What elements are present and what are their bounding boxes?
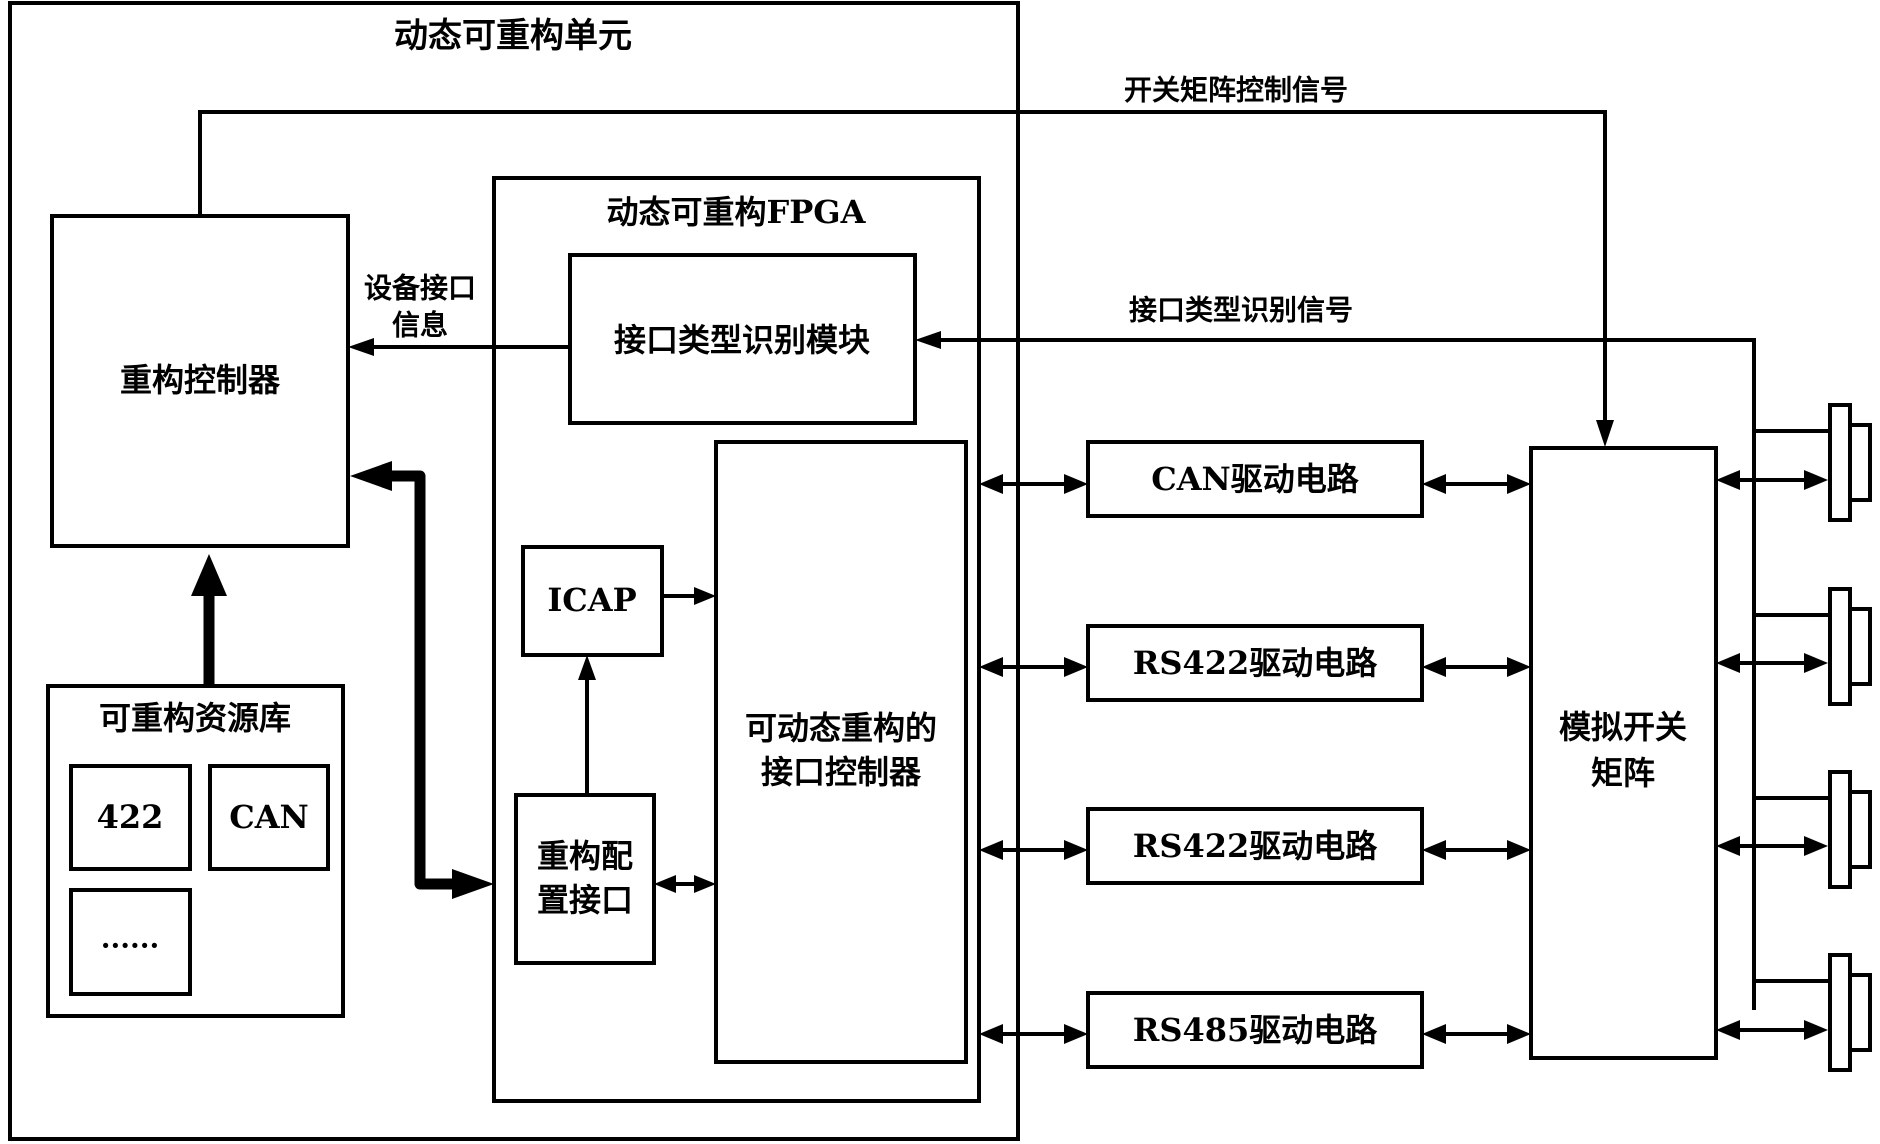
arrow-head-left — [1422, 474, 1446, 494]
unit-title: 动态可重构单元 — [394, 16, 632, 56]
arrow-head-left — [1716, 653, 1740, 673]
driver-matrix-arrow-3 — [1422, 840, 1531, 860]
arrow-head-left — [1716, 836, 1740, 856]
driver-can: CAN驱动电路 — [1086, 440, 1424, 518]
resource-item-can: CAN — [229, 798, 309, 836]
arrow-head-right — [1507, 1024, 1531, 1044]
arrow-head-right — [1064, 657, 1088, 677]
matrix-connector-arrow-4 — [1716, 1020, 1828, 1040]
matrix-connector-arrow-1 — [1716, 470, 1828, 490]
arrow-head-left — [1422, 657, 1446, 677]
driver-matrix-arrow-2 — [1422, 657, 1531, 677]
connector-tab — [1848, 790, 1872, 869]
connector-body — [1828, 953, 1852, 1072]
driver-label: RS422驱动电路 — [1133, 827, 1379, 865]
connector-body — [1828, 770, 1852, 889]
connector-tab — [1848, 607, 1872, 686]
arrow-head-right — [1507, 657, 1531, 677]
arrow-head-right — [1064, 474, 1088, 494]
config-interface-box — [514, 793, 656, 965]
driver-rs422-2: RS422驱动电路 — [1086, 807, 1424, 885]
driver-matrix-arrow-4 — [1422, 1024, 1531, 1044]
arrow-head-left — [1422, 1024, 1446, 1044]
arrow-head-right — [1507, 474, 1531, 494]
connector-4 — [1754, 953, 1872, 1072]
driver-label: CAN驱动电路 — [1151, 460, 1360, 498]
config-interface-label-line2: 置接口 — [537, 881, 633, 919]
arrow-head-left — [1716, 1020, 1740, 1040]
matrix-connector-arrow-2 — [1716, 653, 1828, 673]
connector-tab — [1848, 423, 1872, 502]
arrow-head-right — [1804, 1020, 1828, 1040]
interface-controller-label-line1: 可动态重构的 — [745, 709, 937, 747]
interface-controller-label-line2: 接口控制器 — [761, 753, 922, 791]
interface-id-signal-label: 接口类型识别信号 — [1129, 294, 1353, 327]
resource-library-title: 可重构资源库 — [99, 699, 291, 737]
icap-label: ICAP — [547, 581, 636, 619]
switch-matrix-label-line1: 模拟开关 — [1559, 708, 1687, 746]
matrix-connector-arrow-3 — [1716, 836, 1828, 856]
config-interface-label-line1: 重构配 — [537, 837, 633, 875]
arrow-head-right — [1804, 836, 1828, 856]
switch-matrix-label-line2: 矩阵 — [1591, 754, 1655, 792]
arrow-head-right — [1064, 840, 1088, 860]
driver-label: RS422驱动电路 — [1133, 644, 1379, 682]
connector-1 — [1754, 403, 1872, 522]
resource-item-422: 422 — [97, 798, 164, 836]
driver-matrix-arrow-1 — [1422, 474, 1531, 494]
id-module-label: 接口类型识别模块 — [614, 321, 870, 359]
connector-tab — [1848, 973, 1872, 1052]
system-block-diagram: 动态可重构单元 重构控制器 可重构资源库 422 CAN ...... 开关矩阵… — [8, 1, 1872, 1141]
arrow-head-right — [1507, 840, 1531, 860]
reconfig-controller-label: 重构控制器 — [120, 361, 281, 399]
connector-2 — [1754, 587, 1872, 706]
connector-body — [1828, 403, 1852, 522]
arrow-head-right — [1804, 470, 1828, 490]
switch-matrix-box — [1529, 446, 1718, 1060]
driver-rs422-1: RS422驱动电路 — [1086, 624, 1424, 702]
driver-rs485: RS485驱动电路 — [1086, 991, 1424, 1069]
arrow-head-right — [1804, 653, 1828, 673]
arrow-head-left — [1716, 470, 1740, 490]
arrow-head-left — [1422, 840, 1446, 860]
switch-matrix-control-arrow-head — [1596, 420, 1614, 447]
interface-controller-box — [714, 440, 968, 1064]
fpga-title: 动态可重构FPGA — [607, 193, 867, 231]
connector-body — [1828, 587, 1852, 706]
connector-3 — [1754, 770, 1872, 889]
arrow-head-right — [1064, 1024, 1088, 1044]
external-connectors — [1754, 403, 1872, 1072]
switch-matrix-control-signal-label: 开关矩阵控制信号 — [1124, 74, 1348, 107]
device-info-label-line1: 设备接口 — [364, 272, 476, 305]
driver-label: RS485驱动电路 — [1133, 1011, 1379, 1049]
device-info-label-line2: 信息 — [392, 309, 448, 342]
resource-item-more: ...... — [101, 922, 160, 955]
